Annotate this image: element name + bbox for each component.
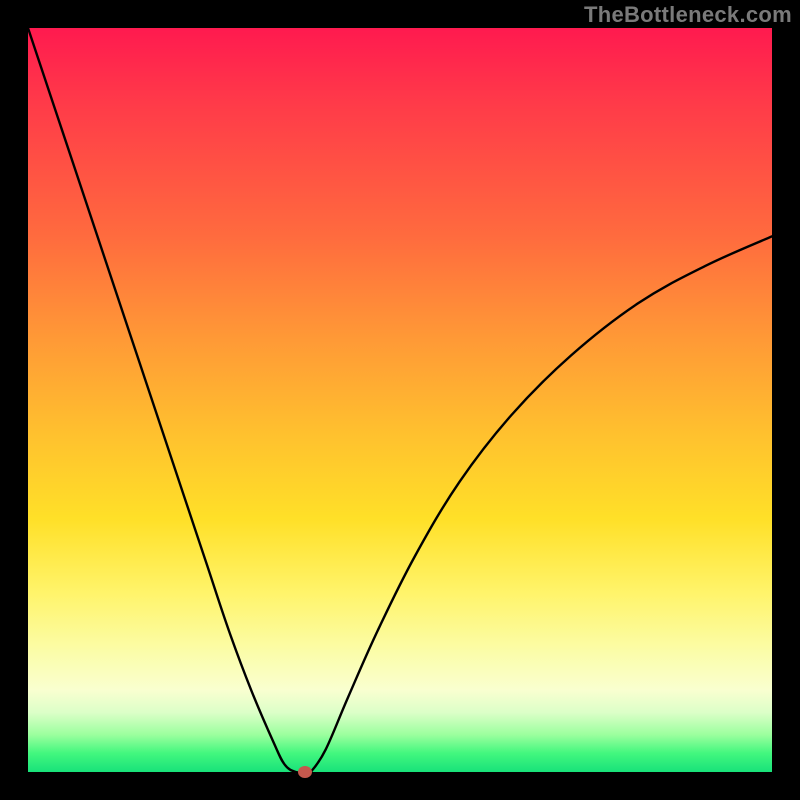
bottleneck-curve <box>28 28 772 772</box>
optimal-point-marker <box>298 766 312 778</box>
watermark-text: TheBottleneck.com <box>584 2 792 28</box>
chart-frame: TheBottleneck.com <box>0 0 800 800</box>
